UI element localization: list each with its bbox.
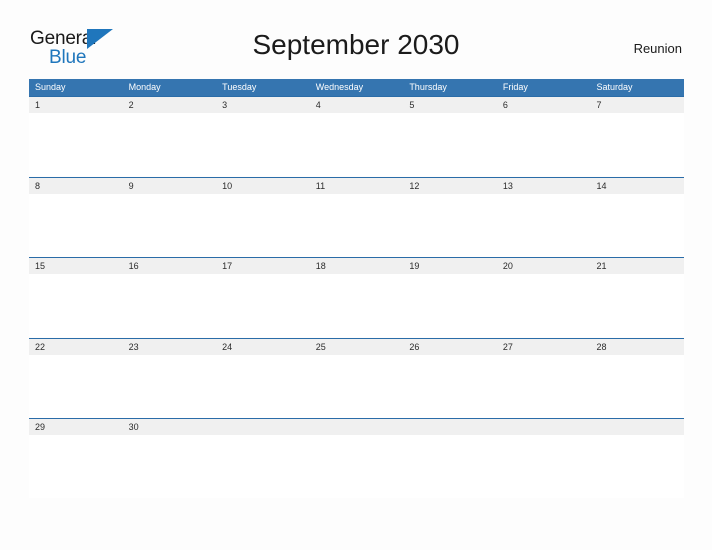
week-number-band: 15 16 17 18 19 20 21 <box>29 257 684 274</box>
day-cell[interactable]: 26 <box>403 339 497 355</box>
day-cell-empty <box>590 419 684 435</box>
day-cell[interactable]: 25 <box>310 339 404 355</box>
day-cell[interactable]: 14 <box>590 178 684 194</box>
day-cell-empty <box>216 419 310 435</box>
day-cell[interactable]: 12 <box>403 178 497 194</box>
day-cell[interactable]: 2 <box>123 97 217 113</box>
day-cell[interactable]: 8 <box>29 178 123 194</box>
week-row: 1 2 3 4 5 6 7 <box>29 96 684 177</box>
day-cell[interactable]: 18 <box>310 258 404 274</box>
weekday-sunday: Sunday <box>35 82 66 92</box>
weekday-saturday: Saturday <box>596 82 633 92</box>
day-cell[interactable]: 13 <box>497 178 591 194</box>
day-cell[interactable]: 29 <box>29 419 123 435</box>
calendar-page: General Blue September 2030 Reunion Sund… <box>0 0 712 550</box>
page-header: General Blue September 2030 Reunion <box>0 0 712 68</box>
day-cell-empty <box>403 419 497 435</box>
week-number-band: 29 30 <box>29 418 684 435</box>
week-body[interactable] <box>29 113 684 176</box>
weekday-thursday: Thursday <box>409 82 447 92</box>
week-row: 22 23 24 25 26 27 28 <box>29 337 684 419</box>
week-row: 8 9 10 11 12 13 14 <box>29 176 684 258</box>
day-cell[interactable]: 24 <box>216 339 310 355</box>
day-cell[interactable]: 21 <box>590 258 684 274</box>
day-cell[interactable]: 1 <box>29 97 123 113</box>
day-cell[interactable]: 15 <box>29 258 123 274</box>
day-cell[interactable]: 17 <box>216 258 310 274</box>
calendar-grid: Sunday Monday Tuesday Wednesday Thursday… <box>29 79 684 499</box>
weekday-monday: Monday <box>128 82 161 92</box>
week-body[interactable] <box>29 435 684 498</box>
week-body[interactable] <box>29 193 684 257</box>
day-cell[interactable]: 16 <box>123 258 217 274</box>
week-body[interactable] <box>29 274 684 337</box>
page-title: September 2030 <box>252 29 460 60</box>
day-cell[interactable]: 10 <box>216 178 310 194</box>
day-cell[interactable]: 28 <box>590 339 684 355</box>
weekday-wednesday: Wednesday <box>315 82 364 92</box>
week-number-band: 8 9 10 11 12 13 14 <box>29 176 684 194</box>
day-cell[interactable]: 3 <box>216 97 310 113</box>
week-row: 15 16 17 18 19 20 21 <box>29 257 684 338</box>
weekday-tuesday: Tuesday <box>222 82 257 92</box>
day-cell-empty <box>310 419 404 435</box>
week-number-band: 1 2 3 4 5 6 7 <box>29 96 684 113</box>
day-cell[interactable]: 23 <box>123 339 217 355</box>
day-cell[interactable]: 30 <box>123 419 217 435</box>
day-cell[interactable]: 11 <box>310 178 404 194</box>
week-body[interactable] <box>29 354 684 418</box>
day-cell[interactable]: 6 <box>497 97 591 113</box>
day-cell[interactable]: 5 <box>403 97 497 113</box>
day-cell[interactable]: 22 <box>29 339 123 355</box>
week-row: 29 30 <box>29 418 684 499</box>
weekday-header-row: Sunday Monday Tuesday Wednesday Thursday… <box>29 79 684 96</box>
week-number-band: 22 23 24 25 26 27 28 <box>29 337 684 355</box>
day-cell-empty <box>497 419 591 435</box>
day-cell[interactable]: 7 <box>590 97 684 113</box>
day-cell[interactable]: 27 <box>497 339 591 355</box>
day-cell[interactable]: 4 <box>310 97 404 113</box>
day-cell[interactable]: 20 <box>497 258 591 274</box>
weekday-friday: Friday <box>502 82 528 92</box>
day-cell[interactable]: 9 <box>123 178 217 194</box>
location-label: Reunion <box>633 41 682 56</box>
day-cell[interactable]: 19 <box>403 258 497 274</box>
